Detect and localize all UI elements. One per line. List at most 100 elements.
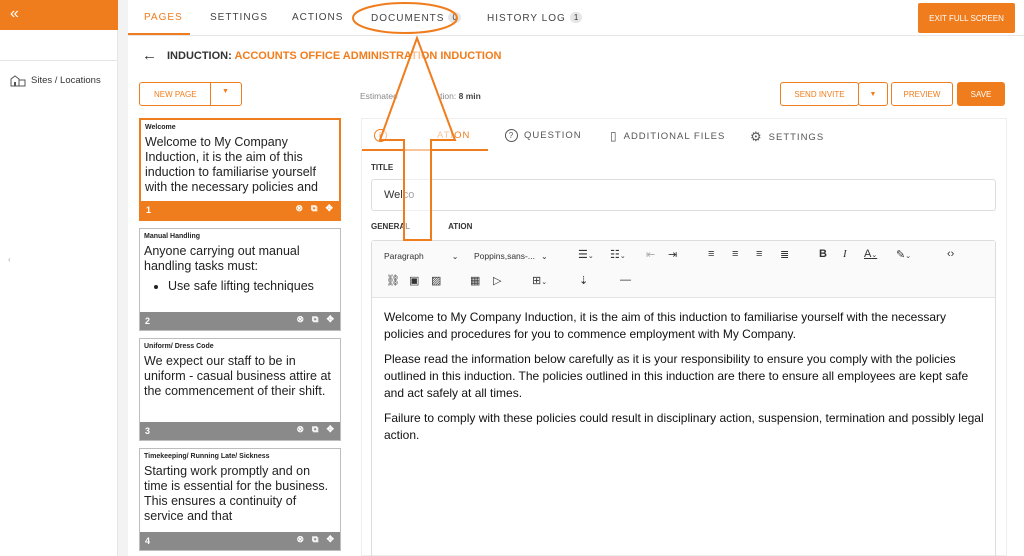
active-tab-indicator — [128, 33, 190, 35]
breadcrumb: ← INDUCTION: ACCOUNTS OFFICE ADMINISTRAT… — [142, 47, 501, 64]
documents-count-badge: 0 — [448, 12, 461, 23]
app-root: « Sites / Locations ‹ PAGES SETTINGS ACT… — [0, 0, 1024, 556]
page-card-title: Welcome — [145, 124, 176, 131]
chevron-down-icon[interactable]: ▼ — [222, 88, 229, 95]
align-justify-icon[interactable]: ≣ — [780, 248, 789, 261]
tab-history-log[interactable]: HISTORY LOG 1 — [487, 12, 583, 24]
page-card-preview: Welcome to My Company Induction, it is t… — [145, 135, 319, 194]
history-count-badge: 1 — [569, 12, 583, 23]
page-number: 1 — [146, 205, 152, 215]
sidebar-marker: ‹ — [8, 255, 11, 264]
sites-icon — [10, 75, 26, 87]
page-card-title: Uniform/ Dress Code — [144, 343, 214, 350]
align-left-icon[interactable]: ≡ — [708, 248, 714, 260]
media-icon[interactable]: ▦ — [470, 274, 480, 287]
delete-icon[interactable]: ⊗ — [296, 424, 304, 435]
preview-button[interactable]: PREVIEW — [891, 82, 953, 106]
horizontal-rule-icon[interactable]: — — [620, 274, 631, 286]
page-number: 2 — [145, 316, 151, 326]
new-page-button[interactable]: NEW PAGE — [140, 90, 197, 99]
page-card-footer: 1 ⊗ ⧉ ✥ — [141, 201, 339, 219]
tab-information[interactable]: i ATION — [374, 129, 470, 142]
align-center-icon[interactable]: ≡ — [732, 248, 738, 260]
editor-content[interactable]: Welcome to My Company Induction, it is t… — [384, 309, 984, 452]
outdent-icon[interactable]: ⇤ — [646, 248, 655, 261]
text-color-icon[interactable]: A⌄ — [864, 248, 877, 260]
page-card-title: Manual Handling — [144, 233, 200, 240]
editor-toolbar: Paragraph ⌄ Poppins,sans-... ⌄ ☰⌄ ☷⌄ ⇤ ⇥ ≡… — [372, 241, 995, 298]
left-sidebar: « Sites / Locations ‹ — [0, 0, 118, 556]
video-icon[interactable]: ▷ — [493, 274, 501, 287]
duplicate-icon[interactable]: ⧉ — [312, 424, 318, 435]
move-icon[interactable]: ✥ — [326, 534, 334, 545]
delete-icon[interactable]: ⊗ — [295, 203, 303, 214]
tab-page-settings[interactable]: ⚙ SETTINGS — [750, 129, 824, 145]
block-format-select[interactable]: Paragraph ⌄ — [384, 251, 458, 261]
paragraph: Please read the information below carefu… — [384, 352, 969, 400]
move-icon[interactable]: ✥ — [326, 314, 334, 325]
bullet-item: Use safe lifting techniques — [168, 279, 336, 294]
title-input[interactable]: Welco — [371, 179, 996, 211]
tab-pages[interactable]: PAGES — [144, 12, 183, 23]
button-divider — [210, 83, 211, 105]
delete-icon[interactable]: ⊗ — [296, 534, 304, 545]
bullet-list-icon[interactable]: ☰⌄ — [578, 248, 594, 261]
image-icon[interactable]: ▣ — [409, 274, 419, 287]
font-family-select[interactable]: Poppins,sans-... ⌄ — [474, 251, 548, 261]
title-label: TITLE — [371, 163, 394, 172]
breadcrumb-prefix: INDUCTION: — [167, 49, 232, 62]
page-card-footer: 2 ⊗ ⧉ ✥ — [140, 312, 340, 330]
paragraph: Welcome to My Company Induction, it is t… — [384, 310, 947, 341]
delete-icon[interactable]: ⊗ — [296, 314, 304, 325]
paragraph: Failure to comply with these policies co… — [384, 411, 984, 442]
gear-icon: ⚙ — [750, 129, 763, 144]
save-button[interactable]: SAVE — [957, 82, 1005, 106]
sidebar-divider — [0, 60, 118, 61]
align-right-icon[interactable]: ≡ — [756, 248, 762, 260]
line-height-icon[interactable]: ⇣ — [579, 274, 588, 287]
tab-additional-files[interactable]: ▯ ADDITIONAL FILES — [610, 129, 725, 143]
file-icon: ▯ — [610, 129, 618, 143]
sidebar-item-sites[interactable]: Sites / Locations — [10, 74, 101, 87]
numbered-list-icon[interactable]: ☷⌄ — [610, 248, 626, 261]
page-card[interactable]: Timekeeping/ Running Late/ Sickness Star… — [139, 448, 341, 551]
collapse-sidebar-button[interactable]: « — [0, 0, 118, 30]
move-icon[interactable]: ✥ — [325, 203, 333, 214]
page-card-footer: 3 ⊗ ⧉ ✥ — [140, 422, 340, 440]
main-content: ← INDUCTION: ACCOUNTS OFFICE ADMINISTRAT… — [128, 36, 1024, 556]
duplicate-icon[interactable]: ⧉ — [311, 203, 317, 214]
new-page-button-group: NEW PAGE ▼ — [139, 82, 242, 106]
image-edit-icon[interactable]: ▨ — [431, 274, 441, 287]
tab-documents[interactable]: DOCUMENTS 0 — [371, 12, 461, 24]
duplicate-icon[interactable]: ⧉ — [312, 314, 318, 325]
send-invite-menu-chevron-icon[interactable]: ▼ — [858, 82, 888, 106]
bold-icon[interactable]: B — [819, 248, 827, 260]
induction-name: ACCOUNTS OFFICE ADMINISTRATION INDUCTION — [234, 49, 502, 62]
page-card[interactable]: Manual Handling Anyone carrying out manu… — [139, 228, 341, 331]
active-tab-indicator — [362, 149, 488, 151]
send-invite-button[interactable]: SEND INVITE — [780, 82, 859, 106]
page-card[interactable]: Uniform/ Dress Code We expect our staff … — [139, 338, 341, 441]
page-number: 3 — [145, 426, 151, 436]
estimated-duration: Estimated tion: 8 min — [360, 91, 481, 101]
link-icon[interactable]: ⛓ — [386, 274, 400, 287]
source-code-icon[interactable]: ‹› — [947, 248, 954, 260]
page-editor-panel: i ATION ? QUESTION ▯ ADDITIONAL FILES ⚙ … — [361, 118, 1007, 556]
indent-icon[interactable]: ⇥ — [668, 248, 677, 261]
move-icon[interactable]: ✥ — [326, 424, 334, 435]
page-card-preview: We expect our staff to be in uniform - c… — [144, 354, 331, 398]
highlight-icon[interactable]: ✎⌄ — [896, 248, 911, 261]
tab-question[interactable]: ? QUESTION — [505, 129, 582, 142]
sidebar-item-label: Sites / Locations — [31, 75, 101, 86]
exit-full-screen-button[interactable]: EXIT FULL SCREEN — [918, 3, 1015, 33]
page-card-preview: Anyone carrying out manual handling task… — [144, 244, 336, 306]
back-arrow-icon[interactable]: ← — [142, 47, 157, 64]
rich-text-editor: Paragraph ⌄ Poppins,sans-... ⌄ ☰⌄ ☷⌄ ⇤ ⇥ ≡… — [371, 240, 996, 556]
italic-icon[interactable]: I — [843, 248, 847, 260]
duplicate-icon[interactable]: ⧉ — [312, 534, 318, 545]
tab-settings[interactable]: SETTINGS — [210, 12, 268, 23]
table-icon[interactable]: ⊞⌄ — [532, 274, 547, 287]
page-card-title: Timekeeping/ Running Late/ Sickness — [144, 453, 270, 460]
tab-actions[interactable]: ACTIONS — [292, 12, 343, 23]
page-card[interactable]: Welcome Welcome to My Company Induction,… — [139, 118, 341, 221]
